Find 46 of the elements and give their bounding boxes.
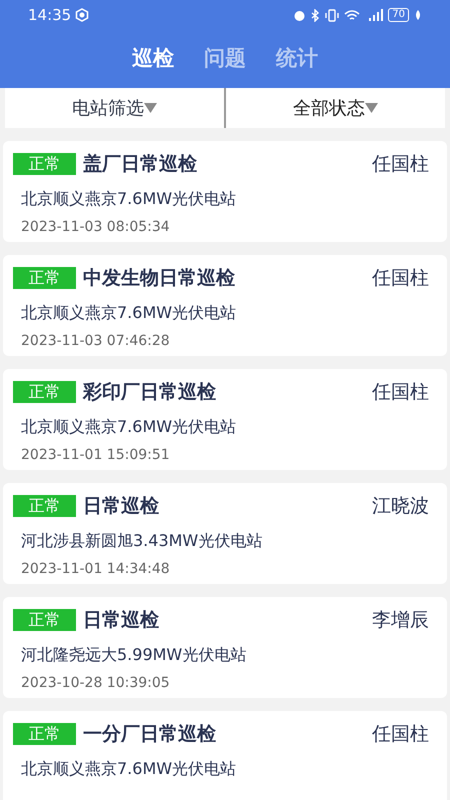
station-name: 河北涉县新圆旭3.43MW光伏电站 (21, 530, 262, 552)
status-tag: 正常 (13, 153, 76, 176)
inspection-card[interactable]: 正常 日常巡检 江晓波 河北涉县新圆旭3.43MW光伏电站 2023-11-01 14:34:48 (3, 483, 447, 584)
status-tag: 正常 (13, 609, 76, 632)
inspection-time: 2023-11-03 08:05:34 (21, 218, 170, 236)
status-tag: 正常 (13, 723, 76, 746)
dropdown-caret-icon (144, 103, 157, 113)
bluetooth-icon (311, 8, 320, 22)
filter-dropdown[interactable]: 全部状态 (293, 94, 378, 122)
inspection-title: 一分厂日常巡检 (83, 722, 216, 747)
inspection-title: 日常巡检 (83, 608, 159, 633)
inspector-name: 任国柱 (372, 152, 429, 177)
inspection-title: 彩印厂日常巡检 (83, 380, 216, 405)
wifi-icon (344, 8, 360, 22)
battery-icon: 70 (388, 8, 409, 22)
inspection-card[interactable]: 正常 盖厂日常巡检 任国柱 北京顺义燕京7.6MW光伏电站 2023-11-03 08:05:34 (3, 141, 447, 242)
inspection-time: 2023-11-01 15:09:51 (21, 446, 170, 464)
inspector-name: 任国柱 (372, 722, 429, 747)
status-time: 14:35 (28, 4, 72, 26)
inspection-time: 2023-11-03 07:46:28 (21, 332, 170, 350)
station-name: 北京顺义燕京7.6MW光伏电站 (21, 416, 236, 438)
inspection-title: 中发生物日常巡检 (83, 266, 235, 291)
status-tag: 正常 (13, 381, 76, 404)
inspection-card[interactable]: 正常 日常巡检 李增辰 河北隆尧远大5.99MW光伏电站 2023-10-28 10:39:05 (3, 597, 447, 698)
dropdown-caret-icon (365, 103, 378, 113)
status-tag: 正常 (13, 495, 76, 518)
station-name: 北京顺义燕京7.6MW光伏电站 (21, 188, 236, 210)
inspection-time: 2023-10-28 10:39:05 (21, 674, 170, 692)
inspection-card[interactable]: 正常 彩印厂日常巡检 任国柱 北京顺义燕京7.6MW光伏电站 2023-11-01 15:09:51 (3, 369, 447, 470)
tab[interactable]: 巡检 (132, 43, 174, 75)
leaf-icon (414, 9, 422, 21)
station-name: 北京顺义燕京7.6MW光伏电站 (21, 758, 236, 780)
inspector-name: 江晓波 (372, 494, 429, 519)
inspection-time: 2023-11-01 14:34:48 (21, 560, 170, 578)
inspection-card[interactable]: 正常 中发生物日常巡检 任国柱 北京顺义燕京7.6MW光伏电站 2023-11-03 07:46:28 (3, 255, 447, 356)
status-tag: 正常 (13, 267, 76, 290)
inspector-name: 任国柱 (372, 380, 429, 405)
filter-dropdown[interactable]: 电站筛选 (72, 94, 157, 122)
inspector-name: 李增辰 (372, 608, 429, 633)
inspection-title: 盖厂日常巡检 (83, 152, 197, 177)
inspection-card[interactable]: 正常 一分厂日常巡检 任国柱 北京顺义燕京7.6MW光伏电站 (3, 711, 447, 800)
station-name: 北京顺义燕京7.6MW光伏电站 (21, 302, 236, 324)
station-name: 河北隆尧远大5.99MW光伏电站 (21, 644, 246, 666)
vibrate-icon (325, 8, 340, 22)
inspector-name: 任国柱 (372, 266, 429, 291)
inspection-title: 日常巡检 (83, 494, 159, 519)
